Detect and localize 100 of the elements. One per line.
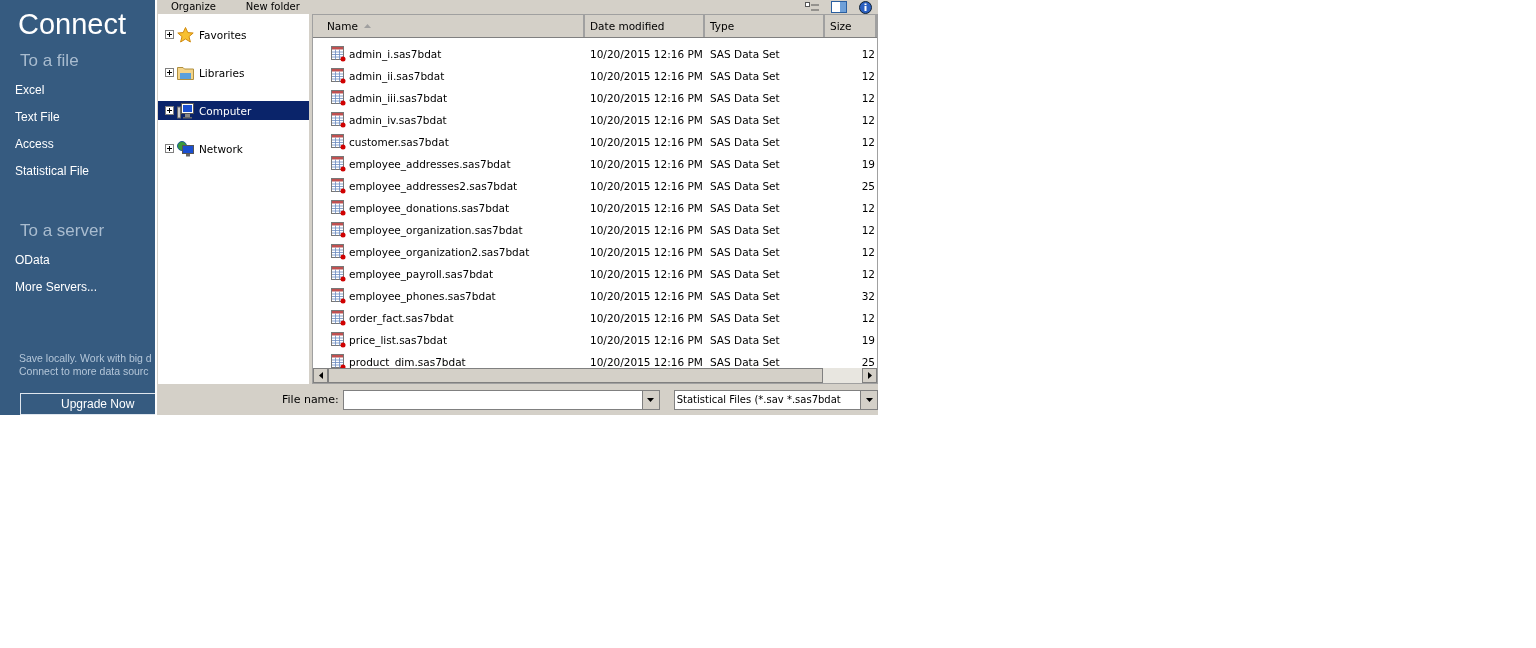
file-name-cell[interactable]: admin_iv.sas7bdat	[313, 112, 585, 128]
data-file-icon	[331, 178, 346, 194]
table-cell-text: SAS Data Set	[709, 224, 781, 236]
connector-link[interactable]: More Servers...	[15, 280, 155, 294]
table-cell-text: SAS Data Set	[709, 114, 781, 126]
table-cell-text: 10/20/2015 12:16 PM	[589, 334, 704, 346]
table-cell-text: 10/20/2015 12:16 PM	[589, 114, 704, 126]
nav-tree-item[interactable]: Network	[158, 139, 309, 158]
table-cell-text: 12	[860, 312, 876, 324]
data-file-icon	[331, 134, 346, 150]
file-name-cell[interactable]: employee_addresses2.sas7bdat	[313, 178, 585, 194]
table-cell-text: 32	[860, 290, 876, 302]
expand-icon[interactable]	[165, 106, 174, 115]
data-file-icon	[331, 68, 346, 84]
table-cell-text: 12	[860, 70, 876, 82]
table-cell-text: 10/20/2015 12:16 PM	[589, 48, 704, 60]
file-name-cell[interactable]: price_list.sas7bdat	[313, 332, 585, 348]
connector-link[interactable]: Text File	[15, 110, 155, 124]
table-cell-text: 10/20/2015 12:16 PM	[589, 246, 704, 258]
data-file-icon	[331, 46, 346, 62]
table-cell-text: 10/20/2015 12:16 PM	[589, 202, 704, 214]
column-header[interactable]: Date modified	[585, 15, 705, 37]
file-name-cell[interactable]: employee_donations.sas7bdat	[313, 200, 585, 216]
connector-link[interactable]: Excel	[15, 83, 155, 97]
table-cell-text: 12	[860, 268, 876, 280]
table-cell-text: 10/20/2015 12:16 PM	[589, 136, 704, 148]
file-name-cell[interactable]: product_dim.sas7bdat	[313, 354, 585, 368]
app-title: Connect	[18, 8, 127, 41]
table-cell-text: SAS Data Set	[709, 290, 781, 302]
table-cell-text: 19	[860, 334, 876, 346]
expand-icon[interactable]	[165, 144, 174, 153]
nav-tree-item[interactable]: Computer	[158, 101, 309, 120]
table-cell-text: SAS Data Set	[709, 48, 781, 60]
file-type-dropdown[interactable]: Statistical Files (*.sav *.sas7bdat	[673, 389, 878, 410]
nav-tree-item[interactable]: Libraries	[158, 63, 309, 82]
file-name-cell[interactable]: admin_iii.sas7bdat	[313, 90, 585, 106]
toolbar-button[interactable]: Organize	[171, 1, 216, 13]
file-name-cell[interactable]: customer.sas7bdat	[313, 134, 585, 150]
data-file-icon	[331, 244, 346, 260]
caret-icon	[865, 397, 873, 402]
data-file-icon	[331, 266, 346, 282]
file-name-cell[interactable]: admin_ii.sas7bdat	[313, 68, 585, 84]
data-file-icon	[331, 310, 346, 326]
table-cell-text: 19	[860, 158, 876, 170]
file-name-cell[interactable]: employee_addresses.sas7bdat	[313, 156, 585, 172]
table-cell-text: SAS Data Set	[709, 268, 781, 280]
connector-link[interactable]: OData	[15, 253, 155, 267]
table-cell-text: 10/20/2015 12:16 PM	[589, 180, 704, 192]
field-label: File name:	[282, 393, 339, 406]
data-file-icon	[331, 332, 346, 348]
table-cell-text: 12	[860, 246, 876, 258]
table-cell-text: SAS Data Set	[709, 70, 781, 82]
expand-icon[interactable]	[165, 30, 174, 39]
arrow-left-icon	[318, 372, 323, 379]
data-file-icon	[331, 112, 346, 128]
table-cell-text: SAS Data Set	[709, 202, 781, 214]
file-name-field[interactable]	[342, 389, 660, 410]
table-cell-text: 10/20/2015 12:16 PM	[589, 290, 704, 302]
table-cell-text: 10/20/2015 12:16 PM	[589, 268, 704, 280]
table-cell-text: SAS Data Set	[709, 356, 781, 368]
table-cell-text: 10/20/2015 12:16 PM	[589, 312, 704, 324]
connector-link[interactable]: Access	[15, 137, 155, 151]
file-name-cell[interactable]: order_fact.sas7bdat	[313, 310, 585, 326]
folder-icon	[177, 65, 194, 80]
file-name-cell[interactable]: employee_organization2.sas7bdat	[313, 244, 585, 260]
star-icon	[177, 26, 194, 43]
nav-tree-item[interactable]: Favorites	[158, 25, 309, 44]
toolbar-button[interactable]: New folder	[245, 1, 300, 13]
column-header[interactable]: Type	[705, 15, 825, 37]
file-name-cell[interactable]: employee_organization.sas7bdat	[313, 222, 585, 238]
scroll-right-button[interactable]	[862, 368, 877, 383]
table-cell-text: 12	[860, 136, 876, 148]
table-cell-text: SAS Data Set	[709, 334, 781, 346]
table-cell-text: 10/20/2015 12:16 PM	[589, 158, 704, 170]
promo-text: Connect to more data sourc	[19, 365, 150, 378]
computer-icon	[177, 102, 194, 119]
data-file-icon	[331, 354, 346, 368]
table-cell-text: 12	[860, 202, 876, 214]
caret-icon	[647, 397, 655, 402]
scroll-left-button[interactable]	[313, 368, 328, 383]
data-file-icon	[331, 288, 346, 304]
table-cell-text: SAS Data Set	[709, 246, 781, 258]
section-heading: To a file	[20, 51, 80, 71]
expand-icon[interactable]	[165, 68, 174, 77]
scrollbar-thumb[interactable]	[328, 368, 823, 383]
column-header[interactable]: Size	[825, 15, 877, 37]
data-file-icon	[331, 90, 346, 106]
table-cell-text: 10/20/2015 12:16 PM	[589, 70, 704, 82]
table-cell-text: 12	[860, 114, 876, 126]
file-name-cell[interactable]: employee_phones.sas7bdat	[313, 288, 585, 304]
table-cell-text: 10/20/2015 12:16 PM	[589, 224, 704, 236]
upgrade-button[interactable]: Upgrade Now	[20, 393, 155, 415]
connector-link[interactable]: Statistical File	[15, 164, 155, 178]
column-header[interactable]: Name	[313, 15, 585, 37]
table-cell-text: SAS Data Set	[709, 92, 781, 104]
table-cell-text: 10/20/2015 12:16 PM	[589, 356, 704, 368]
table-cell-text: SAS Data Set	[709, 180, 781, 192]
file-name-cell[interactable]: admin_i.sas7bdat	[313, 46, 585, 62]
table-cell-text: 12	[860, 48, 876, 60]
file-name-cell[interactable]: employee_payroll.sas7bdat	[313, 266, 585, 282]
